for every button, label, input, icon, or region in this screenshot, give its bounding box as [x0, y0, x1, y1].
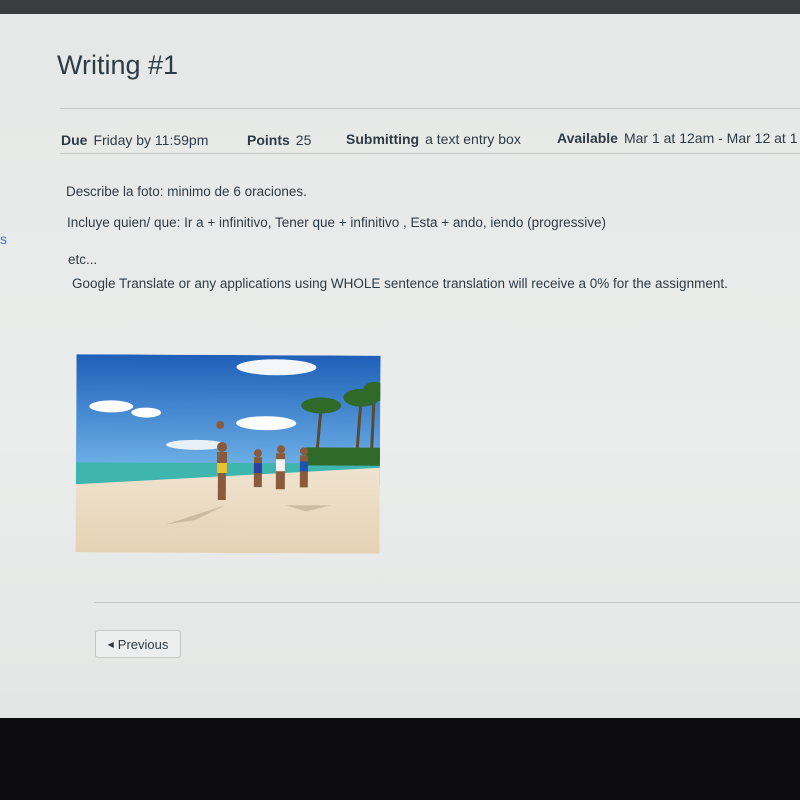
- previous-button[interactable]: ◀ Previous: [95, 630, 181, 658]
- sidebar-link-fragment[interactable]: s: [0, 231, 7, 247]
- due-info: Due Friday by 11:59pm: [61, 132, 208, 148]
- description-line: Incluye quien/ que: Ir a + infinitivo, T…: [67, 215, 606, 230]
- available-value: Mar 1 at 12am - Mar 12 at 1: [623, 130, 798, 146]
- canvas-assignment-page: s Writing #1 Due Friday by 11:59pm Points…: [0, 14, 800, 718]
- description-line: Google Translate or any applications usi…: [72, 276, 728, 291]
- points-info: Points 25: [247, 132, 311, 148]
- monitor-top-edge: [0, 0, 800, 14]
- submitting-value: a text entry box: [425, 131, 521, 147]
- submitting-label: Submitting: [346, 131, 420, 147]
- due-value: Friday by 11:59pm: [93, 132, 209, 148]
- submitting-info: Submitting a text entry box: [346, 131, 521, 147]
- divider: [60, 153, 800, 154]
- points-value: 25: [295, 132, 312, 148]
- available-info: Available Mar 1 at 12am - Mar 12 at 1: [557, 130, 798, 146]
- description-line: etc...: [68, 252, 98, 267]
- previous-label: Previous: [117, 636, 169, 652]
- divider: [60, 108, 800, 109]
- triangle-left-icon: ◀: [107, 639, 114, 649]
- description-line: Describe la foto: minimo de 6 oraciones.: [66, 184, 307, 199]
- beach-family-photo: [75, 354, 381, 554]
- due-label: Due: [61, 132, 88, 148]
- available-label: Available: [557, 130, 618, 146]
- points-label: Points: [247, 132, 290, 148]
- divider: [94, 602, 800, 603]
- page-title: Writing #1: [57, 50, 179, 80]
